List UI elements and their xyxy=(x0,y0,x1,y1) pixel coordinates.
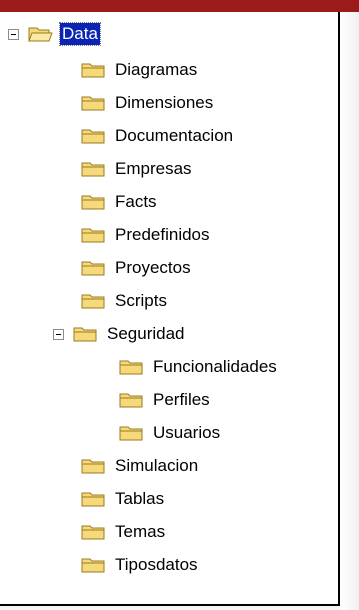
tree-node-label: Tiposdatos xyxy=(115,555,198,574)
folder-icon xyxy=(81,558,105,573)
tree-node-label: Scripts xyxy=(115,291,167,310)
tree-node-label: Documentacion xyxy=(115,126,234,145)
tree-node-label: Diagramas xyxy=(115,60,198,79)
folder-icon xyxy=(81,162,105,177)
folder-icon xyxy=(81,195,105,210)
folder-icon xyxy=(73,327,97,342)
tree-node-label: Dimensiones xyxy=(115,93,214,112)
header-bar xyxy=(0,0,359,12)
folder-icon xyxy=(119,393,143,408)
tree-node-tiposdatos[interactable]: Tiposdatos xyxy=(80,551,200,579)
folder-open-icon xyxy=(28,27,53,42)
tree-node-label: Seguridad xyxy=(107,324,185,343)
tree-node-label: Funcionalidades xyxy=(153,357,277,376)
tree-node-perfiles[interactable]: Perfiles xyxy=(118,386,212,414)
folder-icon xyxy=(81,63,105,78)
tree-node-empresas[interactable]: Empresas xyxy=(80,155,194,183)
tree-node-dimensiones[interactable]: Dimensiones xyxy=(80,89,215,117)
collapse-minus-icon[interactable] xyxy=(8,28,19,40)
tree-node-proyectos[interactable]: Proyectos xyxy=(80,254,193,282)
tree-node-label: Data xyxy=(59,22,101,46)
tree-node-label: Predefinidos xyxy=(115,225,210,244)
panel-shadow-bottom xyxy=(0,606,340,610)
tree-node-funcionalidades[interactable]: Funcionalidades xyxy=(118,353,279,381)
folder-icon xyxy=(81,294,105,309)
folder-icon xyxy=(81,228,105,243)
tree-node-label: Simulacion xyxy=(115,456,199,475)
tree-node-diagramas[interactable]: Diagramas xyxy=(80,56,199,84)
tree-node-label: Perfiles xyxy=(153,390,210,409)
tree-node-label: Usuarios xyxy=(153,423,221,442)
tree-node-simulacion[interactable]: Simulacion xyxy=(80,452,200,480)
tree-node-documentacion[interactable]: Documentacion xyxy=(80,122,235,150)
tree-node-label: Temas xyxy=(115,522,166,541)
tree-node-usuarios[interactable]: Usuarios xyxy=(118,419,222,447)
tree-node-scripts[interactable]: Scripts xyxy=(80,287,169,315)
folder-icon xyxy=(81,261,105,276)
folder-icon xyxy=(81,129,105,144)
tree-node-label: Facts xyxy=(115,192,157,211)
panel-shadow-right xyxy=(340,12,359,610)
folder-icon xyxy=(81,459,105,474)
tree-node-predefinidos[interactable]: Predefinidos xyxy=(80,221,212,249)
folder-icon xyxy=(81,96,105,111)
folder-icon xyxy=(81,492,105,507)
tree-node-temas[interactable]: Temas xyxy=(80,518,167,546)
tree-node-facts[interactable]: Facts xyxy=(80,188,159,216)
folder-tree-panel: Data Diagramas Dimensiones Documentacion… xyxy=(0,12,340,606)
tree-node-tablas[interactable]: Tablas xyxy=(80,485,166,513)
tree-node-data[interactable]: Data xyxy=(8,20,101,48)
collapse-minus-icon[interactable] xyxy=(53,328,64,340)
folder-icon xyxy=(119,426,143,441)
tree-node-seguridad[interactable]: Seguridad xyxy=(53,320,187,348)
tree-node-label: Empresas xyxy=(115,159,192,178)
tree-node-label: Proyectos xyxy=(115,258,191,277)
folder-icon xyxy=(81,525,105,540)
folder-icon xyxy=(119,360,143,375)
tree-node-label: Tablas xyxy=(115,489,165,508)
